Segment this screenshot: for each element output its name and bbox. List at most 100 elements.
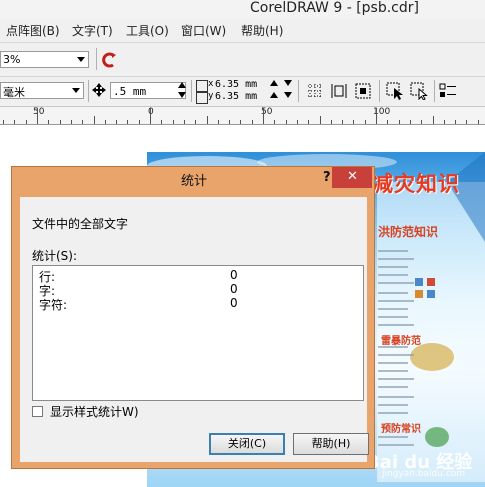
units-value: 毫米 <box>3 86 25 99</box>
ruler-tick <box>161 120 162 124</box>
poster-section-heading: 雷暴防范 <box>381 336 421 347</box>
ruler-tick <box>320 116 321 124</box>
property-bar: 毫米 .5 mm x y 6.35 mm 6.35 mm <box>0 77 485 107</box>
ruler-tick <box>455 120 456 124</box>
horizontal-ruler[interactable]: 50 0 50 100 <box>0 107 485 125</box>
ruler-tick <box>105 120 106 124</box>
ruler-tick <box>229 120 230 124</box>
menu-tools[interactable]: 工具(O) <box>126 22 169 39</box>
treat-as-filled-icon[interactable] <box>439 82 457 100</box>
ruler-tick <box>139 120 140 124</box>
poster-text-line <box>378 308 408 310</box>
poster-text-line <box>378 346 408 348</box>
ruler-tick <box>116 120 117 124</box>
window-title: CorelDRAW 9 - [psb.cdr] <box>250 0 419 16</box>
ruler-label: 50 <box>33 107 45 117</box>
ruler-tick <box>37 108 38 124</box>
poster-text-line <box>378 266 408 268</box>
stat-characters-label: 字符: <box>39 298 68 312</box>
menu-bitmaps[interactable]: 点阵图(B) <box>6 22 60 39</box>
help-button[interactable]: 帮助(H) <box>293 433 369 455</box>
ruler-tick <box>26 120 27 124</box>
ruler-tick <box>331 120 332 124</box>
ruler-tick <box>60 120 61 124</box>
units-combo[interactable]: 毫米 <box>0 82 84 99</box>
snap-to-grid-icon[interactable] <box>306 82 324 100</box>
menu-bar: 点阵图(B) 文字(T) 工具(O) 窗口(W) 帮助(H) <box>0 19 485 43</box>
ruler-tick <box>410 120 411 124</box>
chevron-down-icon <box>72 88 80 93</box>
nudge-offset-field[interactable]: .5 mm <box>110 82 186 99</box>
toolbar-divider <box>434 80 435 102</box>
help-icon[interactable]: ? <box>323 170 331 185</box>
document-scope-heading: 文件中的全部文字 <box>32 217 129 231</box>
nudge-icon <box>92 83 106 97</box>
ruler-tick <box>297 120 298 124</box>
ruler-tick <box>466 120 467 124</box>
ruler-tick <box>173 120 174 124</box>
dup-x-up-arrow[interactable] <box>270 80 278 86</box>
close-icon: ✕ <box>347 169 358 184</box>
poster-text-line <box>378 412 408 414</box>
dup-y-up-arrow[interactable] <box>270 92 278 98</box>
chevron-down-icon <box>77 57 85 62</box>
ruler-tick <box>399 120 400 124</box>
show-style-stats-checkbox[interactable] <box>32 406 43 417</box>
snap-to-guidelines-icon[interactable] <box>330 82 348 100</box>
dup-y-down-arrow[interactable] <box>284 92 292 98</box>
snap-to-objects-icon[interactable] <box>354 82 372 100</box>
nudge-increase-arrow[interactable] <box>178 82 186 88</box>
poster-text-line <box>378 324 414 326</box>
poster-title: 减灾知识 <box>372 172 460 196</box>
poster-subtitle: 洪防范知识 <box>378 225 439 239</box>
edit-properties-icon[interactable] <box>410 82 428 101</box>
watermark-url: jingyan.baidu.com <box>382 469 466 479</box>
close-dialog-button[interactable]: 关闭(C) <box>209 433 285 455</box>
ruler-tick <box>353 120 354 124</box>
poster-section-heading: 预防常识 <box>381 424 421 435</box>
poster-text-line <box>378 354 414 356</box>
toolbar-divider <box>191 80 192 102</box>
menu-window[interactable]: 窗口(W) <box>181 22 226 39</box>
poster-text-line <box>378 370 408 372</box>
duplicate-x-field[interactable]: 6.35 mm <box>215 79 257 90</box>
duplicate-y-field[interactable]: 6.35 mm <box>215 91 257 102</box>
ruler-tick <box>365 120 366 124</box>
duplicate-x-axis-label: x <box>208 79 214 89</box>
close-button[interactable]: ✕ <box>332 167 372 188</box>
dup-x-down-arrow[interactable] <box>284 80 292 86</box>
ruler-tick <box>82 120 83 124</box>
duplicate-y-icon <box>196 92 208 104</box>
standard-toolbar: 3% <box>0 43 485 77</box>
ruler-tick <box>274 120 275 124</box>
poster-text-line <box>378 444 414 446</box>
nudge-offset-value: .5 mm <box>113 85 147 98</box>
menu-text[interactable]: 文字(T) <box>72 22 113 39</box>
duplicate-x-icon <box>196 80 208 92</box>
ruler-tick <box>184 120 185 124</box>
poster-text-line <box>378 396 414 398</box>
duplicate-y-axis-label: y <box>208 91 214 101</box>
ruler-tick <box>286 120 287 124</box>
ruler-tick <box>127 120 128 124</box>
graphic-properties-icon[interactable] <box>386 82 404 100</box>
menu-help[interactable]: 帮助(H) <box>241 22 283 39</box>
zoom-level-combo[interactable]: 3% <box>0 51 89 68</box>
poster-text-line <box>378 300 414 302</box>
ruler-tick <box>252 120 253 124</box>
statistics-list[interactable]: 行: 0 字: 0 字符: 0 <box>32 265 364 401</box>
poster-text-line <box>378 386 408 388</box>
show-style-stats-label[interactable]: 显示样式统计W) <box>50 403 139 420</box>
ruler-tick <box>48 120 49 124</box>
ruler-tick <box>263 108 264 124</box>
corel-launcher-icon[interactable] <box>101 51 119 69</box>
poster-text-line <box>378 274 408 276</box>
ruler-tick <box>14 120 15 124</box>
ruler-tick <box>421 120 422 124</box>
ruler-tick <box>207 116 208 124</box>
ruler-tick <box>195 120 196 124</box>
ruler-tick <box>218 120 219 124</box>
nudge-decrease-arrow[interactable] <box>178 92 186 98</box>
ruler-tick <box>308 120 309 124</box>
ruler-tick <box>240 120 241 124</box>
